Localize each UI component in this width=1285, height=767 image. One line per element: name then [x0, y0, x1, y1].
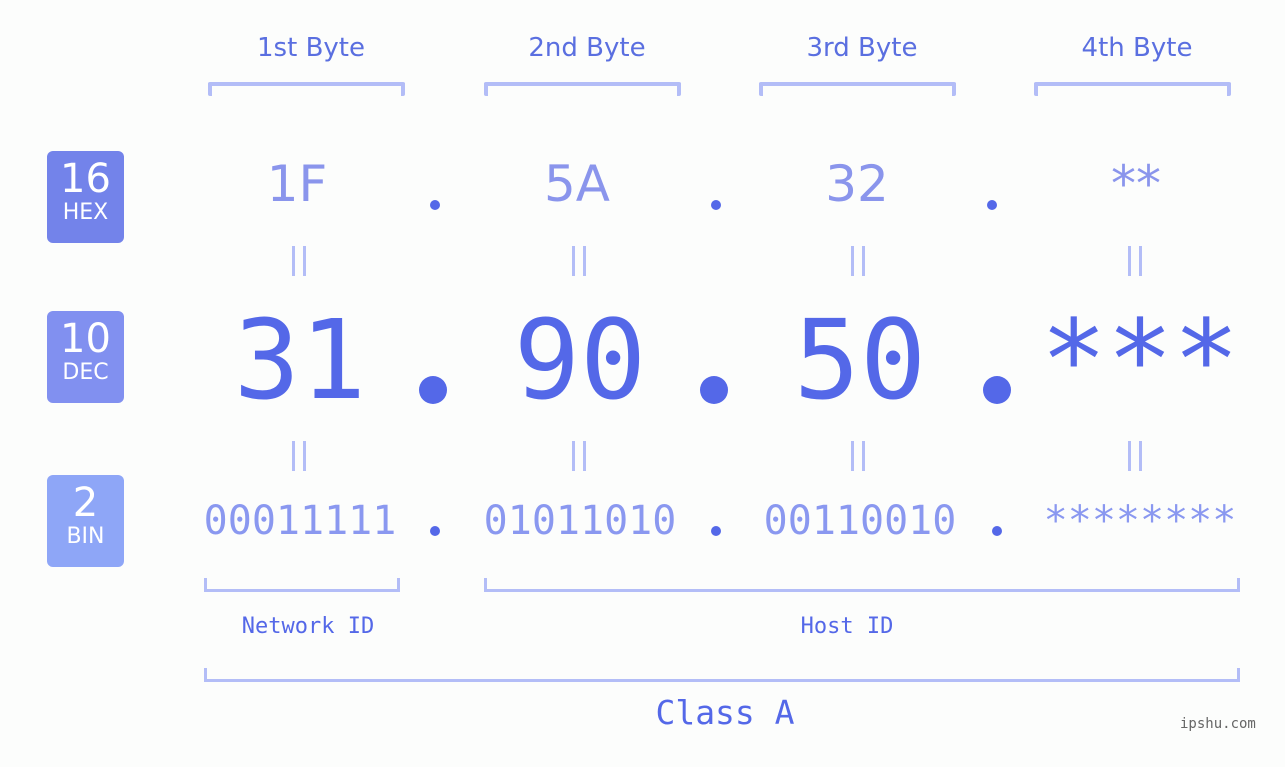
- class-label: Class A: [655, 693, 795, 732]
- equals-icon: [1128, 441, 1142, 471]
- bin-value-1: 00011111: [203, 498, 397, 544]
- network-id-label: Network ID: [241, 614, 375, 639]
- hex-value-4: **: [1111, 155, 1161, 213]
- byte-bracket-1: [208, 82, 405, 96]
- byte-label-4: 4th Byte: [1081, 33, 1193, 63]
- dec-badge-label: DEC: [62, 360, 109, 385]
- dec-separator-2: [700, 376, 728, 404]
- dec-value-2: 90: [513, 296, 647, 424]
- bin-value-2: 01011010: [483, 498, 677, 544]
- host-id-bracket: [484, 578, 1240, 592]
- watermark: ipshu.com: [1180, 716, 1256, 732]
- equals-icon: [292, 246, 306, 276]
- byte-label-1: 1st Byte: [257, 33, 365, 63]
- byte-label-3: 3rd Byte: [806, 33, 918, 63]
- dec-badge-number: 10: [60, 316, 111, 362]
- bin-separator-2: [711, 526, 721, 536]
- equals-icon: [851, 246, 865, 276]
- bin-separator-3: [992, 526, 1002, 536]
- equals-icon: [292, 441, 306, 471]
- equals-icon: [1128, 246, 1142, 276]
- dec-value-3: 50: [793, 296, 927, 424]
- dec-separator-3: [983, 376, 1011, 404]
- byte-bracket-2: [484, 82, 681, 96]
- dec-separator-1: [419, 376, 447, 404]
- dec-value-4: ***: [1040, 296, 1240, 424]
- hex-value-2: 5A: [543, 155, 610, 213]
- bin-badge-number: 2: [72, 480, 99, 526]
- class-bracket: [204, 668, 1240, 682]
- hex-badge-number: 16: [60, 156, 111, 202]
- equals-icon: [572, 246, 586, 276]
- hex-badge: 16 HEX: [47, 151, 124, 243]
- bin-badge: 2 BIN: [47, 475, 124, 567]
- equals-icon: [851, 441, 865, 471]
- hex-separator-1: [430, 200, 440, 210]
- byte-bracket-4: [1034, 82, 1231, 96]
- equals-icon: [572, 441, 586, 471]
- hex-separator-3: [987, 200, 997, 210]
- dec-value-1: 31: [233, 296, 367, 424]
- bin-badge-label: BIN: [66, 524, 105, 549]
- hex-value-3: 32: [825, 155, 889, 213]
- bin-separator-1: [430, 526, 440, 536]
- hex-value-1: 1F: [266, 155, 328, 213]
- byte-bracket-3: [759, 82, 956, 96]
- host-id-label: Host ID: [800, 614, 894, 639]
- hex-badge-label: HEX: [62, 200, 109, 225]
- bin-value-4: ********: [1043, 498, 1237, 544]
- dec-badge: 10 DEC: [47, 311, 124, 403]
- bin-value-3: 00110010: [763, 498, 957, 544]
- network-id-bracket: [204, 578, 400, 592]
- byte-label-2: 2nd Byte: [528, 33, 646, 63]
- hex-separator-2: [711, 200, 721, 210]
